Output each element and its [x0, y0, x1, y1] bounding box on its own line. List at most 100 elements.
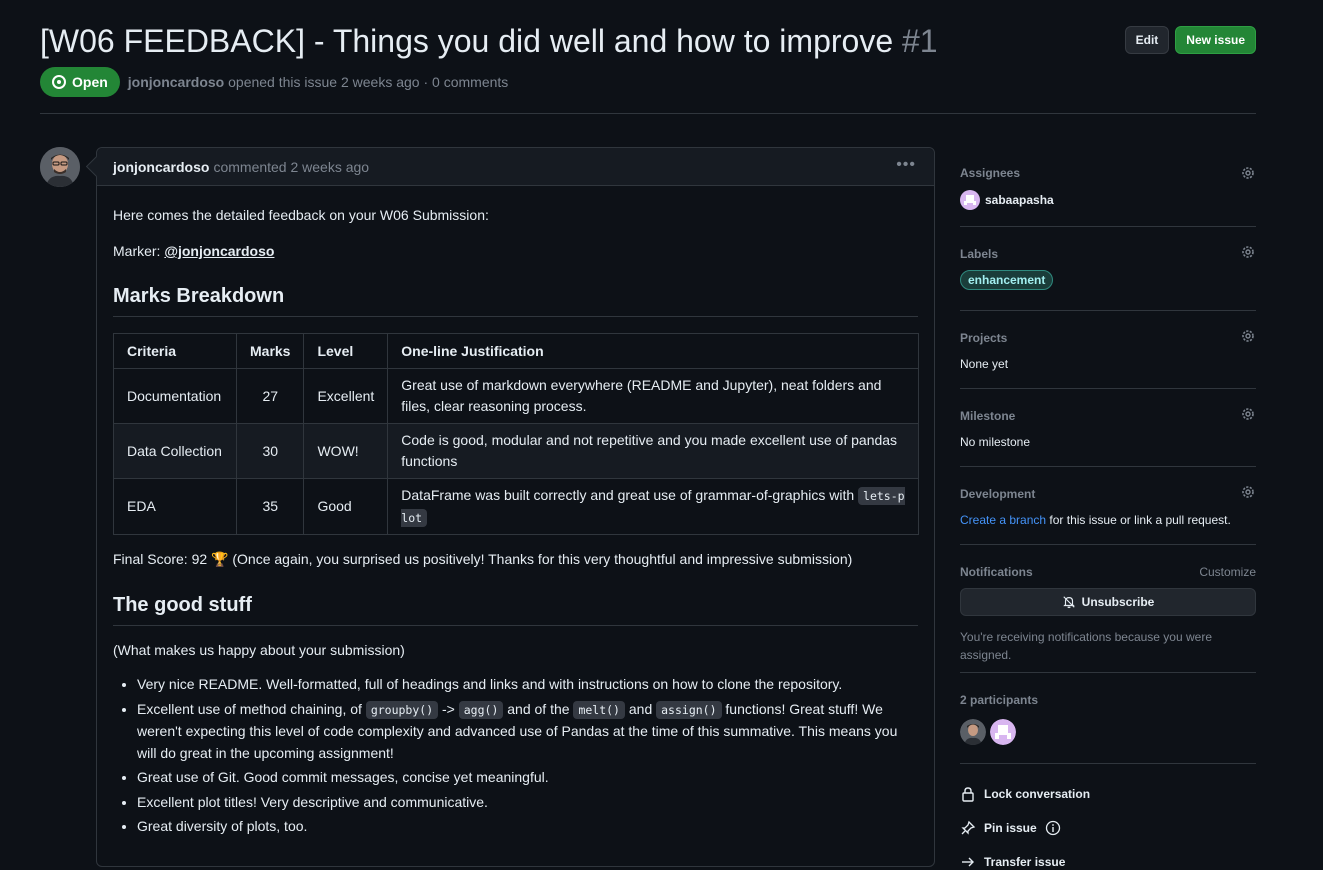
inline-code: agg()	[458, 700, 504, 719]
issue-number: #1	[902, 23, 938, 59]
good-stuff-heading: The good stuff	[113, 594, 918, 626]
kebab-menu-icon[interactable]: •••	[896, 157, 916, 173]
list-item-text: and of the	[507, 700, 570, 717]
issue-meta: Open jonjoncardoso opened this issue 2 w…	[40, 67, 508, 97]
table-cell-marks: 35	[235, 478, 305, 535]
final-score: Final Score: 92 🏆 (Once again, you surpr…	[113, 551, 853, 567]
gear-icon[interactable]	[1240, 484, 1256, 500]
issue-open-icon	[52, 75, 66, 89]
pin-issue-button[interactable]: Pin issue	[960, 820, 1061, 836]
inline-code: assign()	[656, 700, 722, 719]
marker-mention-link[interactable]: @jonjoncardoso	[164, 243, 274, 259]
edit-button[interactable]: Edit	[1124, 26, 1170, 54]
header-actions: Edit New issue	[1124, 26, 1256, 54]
participants-title: 2 participants	[960, 693, 1039, 707]
list-item-text: ->	[442, 700, 455, 717]
development-title: Development	[960, 487, 1036, 501]
gear-icon[interactable]	[1240, 328, 1256, 344]
table-header-justification: One-line Justification	[387, 333, 919, 369]
issue-title: [W06 FEEDBACK] - Things you did well and…	[40, 18, 1256, 64]
comment-body: Here comes the detailed feedback on your…	[97, 186, 934, 838]
comment-author-link[interactable]: jonjoncardoso	[113, 159, 209, 175]
development-text: Create a branch for this issue or link a…	[960, 513, 1256, 527]
issue-author-link[interactable]: jonjoncardoso	[128, 74, 224, 90]
table-cell-marks: 30	[235, 423, 305, 479]
table-cell-level: Good	[303, 478, 389, 535]
issue-header: [W06 FEEDBACK] - Things you did well and…	[40, 18, 1256, 68]
unsubscribe-button[interactable]: Unsubscribe	[960, 588, 1256, 616]
assignee-name: sabaapasha	[985, 193, 1054, 207]
table-cell-criteria: Documentation	[113, 368, 237, 424]
notifications-section: Notifications Customize Unsubscribe You'…	[960, 545, 1256, 673]
avatar[interactable]	[990, 719, 1016, 745]
list-item: Excellent use of method chaining, of gro…	[137, 699, 918, 765]
list-item: Very nice README. Well-formatted, full o…	[137, 674, 918, 696]
bell-slash-icon	[1062, 596, 1075, 609]
transfer-issue-label: Transfer issue	[984, 855, 1066, 869]
list-item-text: Excellent use of method chaining, of	[137, 700, 362, 717]
lock-conversation-button[interactable]: Lock conversation	[960, 786, 1090, 802]
good-stuff-intro: (What makes us happy about your submissi…	[113, 642, 405, 658]
notifications-reason: You're receiving notifications because y…	[960, 630, 1212, 662]
label-enhancement[interactable]: enhancement	[960, 270, 1054, 290]
list-item-text: and	[628, 700, 653, 717]
lock-icon	[962, 787, 974, 802]
status-badge: Open	[40, 67, 120, 97]
pin-icon	[961, 820, 976, 835]
table-cell-justification: DataFrame was built correctly and great …	[387, 478, 919, 535]
customize-link[interactable]: Customize	[1199, 565, 1256, 579]
list-item: Great diversity of plots, too.	[137, 816, 918, 838]
assignees-title: Assignees	[960, 166, 1021, 180]
good-stuff-list: Very nice README. Well-formatted, full o…	[113, 674, 918, 838]
table-cell-level: Excellent	[303, 368, 389, 424]
gear-icon[interactable]	[1240, 406, 1256, 422]
issue-title-text: [W06 FEEDBACK] - Things you did well and…	[40, 23, 894, 59]
projects-value: None yet	[960, 357, 1009, 371]
header-divider	[40, 113, 1256, 114]
milestone-value: No milestone	[960, 435, 1031, 449]
new-issue-button[interactable]: New issue	[1175, 26, 1256, 54]
projects-section: Projects None yet	[960, 311, 1256, 389]
table-row: EDA 35 Good DataFrame was built correctl…	[113, 478, 919, 535]
table-cell-marks: 27	[235, 368, 305, 424]
table-cell-justification: Great use of markdown everywhere (README…	[387, 368, 919, 424]
pin-issue-label: Pin issue	[984, 821, 1037, 835]
create-branch-link[interactable]: Create a branch	[960, 513, 1046, 527]
table-header-row: Criteria Marks Level One-line Justificat…	[113, 333, 919, 369]
marks-breakdown-heading: Marks Breakdown	[113, 285, 918, 317]
justification-text: DataFrame was built correctly and great …	[401, 486, 855, 503]
avatar[interactable]	[960, 719, 986, 745]
table-cell-criteria: EDA	[113, 478, 237, 535]
gear-icon[interactable]	[1240, 165, 1256, 181]
comment-intro: Here comes the detailed feedback on your…	[113, 207, 489, 223]
transfer-issue-button[interactable]: Transfer issue	[960, 854, 1065, 870]
labels-section: Labels enhancement	[960, 227, 1256, 311]
assignee-item[interactable]: sabaapasha	[960, 190, 1256, 210]
projects-title: Projects	[960, 331, 1008, 345]
marks-table: Criteria Marks Level One-line Justificat…	[113, 333, 919, 535]
issue-meta-text: jonjoncardoso opened this issue 2 weeks …	[128, 74, 509, 90]
arrow-right-icon	[962, 857, 974, 867]
milestone-title: Milestone	[960, 409, 1016, 423]
info-icon[interactable]	[1045, 820, 1061, 836]
comment-timestamp[interactable]: commented 2 weeks ago	[213, 159, 369, 175]
list-item: Excellent plot titles! Very descriptive …	[137, 792, 918, 814]
table-row: Data Collection 30 WOW! Code is good, mo…	[113, 423, 919, 479]
avatar[interactable]	[40, 147, 80, 187]
issue-actions: Lock conversation Pin issue Transfer iss…	[960, 764, 1256, 869]
table-cell-level: WOW!	[303, 423, 389, 479]
table-cell-criteria: Data Collection	[113, 423, 237, 479]
avatar-portrait-icon	[40, 147, 80, 187]
inline-code: melt()	[573, 700, 625, 719]
table-cell-justification: Code is good, modular and not repetitive…	[387, 423, 919, 479]
gear-icon[interactable]	[1240, 244, 1256, 260]
participants-section: 2 participants	[960, 673, 1256, 764]
lock-conversation-label: Lock conversation	[984, 787, 1091, 801]
issue-sidebar: Assignees sabaapasha Labels enhancement …	[960, 150, 1256, 869]
marker-line: Marker: @jonjoncardoso	[113, 243, 918, 259]
issue-comment: jonjoncardoso commented 2 weeks ago ••• …	[96, 147, 935, 867]
development-detail: for this issue or link a pull request.	[1049, 513, 1231, 527]
milestone-section: Milestone No milestone	[960, 389, 1256, 467]
table-header-level: Level	[303, 333, 389, 369]
comment-header: jonjoncardoso commented 2 weeks ago •••	[97, 148, 934, 186]
